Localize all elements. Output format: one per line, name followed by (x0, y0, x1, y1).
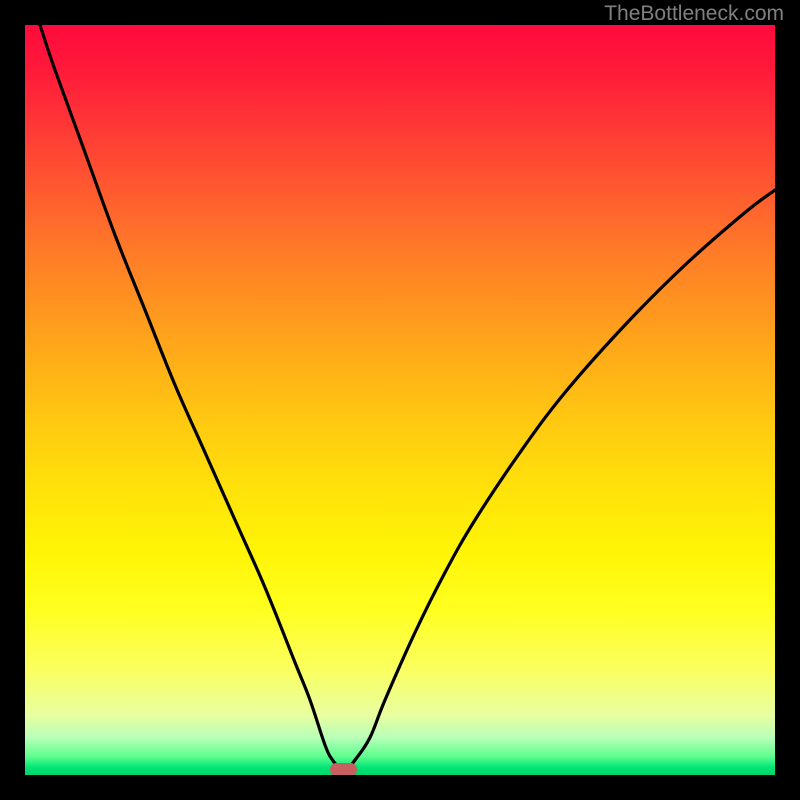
bottleneck-curve-svg (25, 25, 775, 775)
chart-frame: TheBottleneck.com (0, 0, 800, 800)
bottleneck-curve-path (40, 25, 775, 769)
plot-area (25, 25, 775, 775)
watermark-text: TheBottleneck.com (604, 2, 784, 26)
minimum-marker (330, 763, 357, 775)
